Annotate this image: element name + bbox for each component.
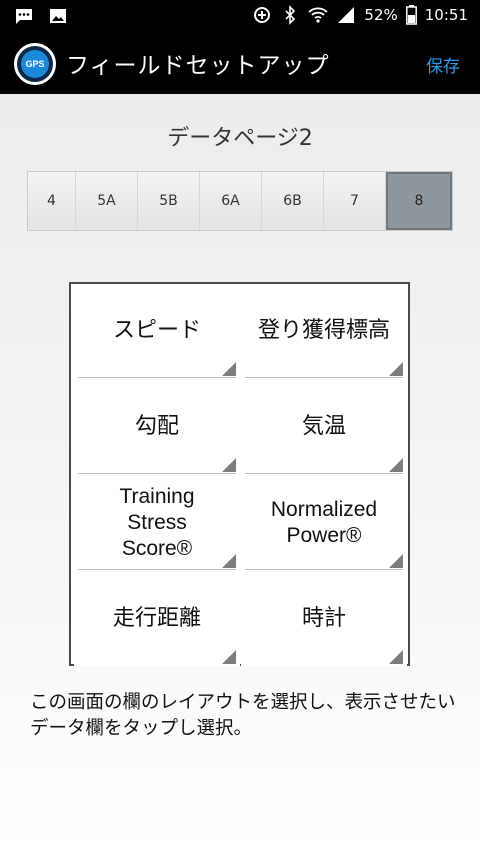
data-page-title: データページ2: [167, 126, 313, 151]
app-logo: GPS: [14, 43, 56, 85]
field-layout-grid: スピード 登り獲得標高 勾配 気温 Training Stress Score®…: [69, 282, 410, 666]
dropdown-corner-icon: [222, 554, 236, 568]
message-icon: [16, 9, 32, 24]
system-status: 52% 10:51: [252, 5, 468, 25]
dropdown-corner-icon: [222, 650, 236, 664]
field-label: 時計: [301, 606, 346, 631]
image-icon: [50, 9, 66, 23]
dropdown-corner-icon: [222, 362, 236, 376]
field-label: 登り獲得標高: [257, 318, 390, 343]
field-label: 勾配: [134, 414, 179, 439]
instruction-text: この画面の欄のレイアウトを選択し、表示させたいデータ欄をタップし選択。: [30, 692, 456, 739]
dropdown-corner-icon: [389, 362, 403, 376]
field-label: スピード: [112, 318, 201, 343]
field-divider: [78, 473, 236, 474]
field-cell-clock[interactable]: 時計: [241, 572, 407, 666]
clock: 10:51: [424, 6, 468, 24]
layout-tab-4[interactable]: 4: [28, 172, 76, 230]
battery-icon: [405, 5, 417, 25]
field-label: 走行距離: [112, 606, 201, 631]
field-divider: [245, 569, 403, 570]
field-label: Normalized Power®: [270, 498, 378, 547]
signal-icon: [338, 7, 355, 23]
field-cell-grade[interactable]: 勾配: [74, 380, 240, 474]
dropdown-corner-icon: [389, 554, 403, 568]
layout-tab-5b[interactable]: 5B: [138, 172, 200, 230]
wifi-icon: [308, 7, 329, 23]
layout-tab-6b[interactable]: 6B: [262, 172, 324, 230]
field-cell-normalized-power[interactable]: Normalized Power®: [241, 476, 407, 570]
field-divider: [245, 473, 403, 474]
bluetooth-icon: [285, 5, 296, 25]
layout-tab-7[interactable]: 7: [324, 172, 386, 230]
dropdown-corner-icon: [389, 458, 403, 472]
field-divider: [78, 569, 236, 570]
notification-icons: [14, 6, 68, 26]
layout-tabs: 4 5A 5B 6A 6B 7 8: [27, 171, 453, 231]
screen-title: フィールドセットアップ: [66, 53, 330, 79]
field-cell-total-ascent[interactable]: 登り獲得標高: [241, 284, 407, 378]
battery-percent: 52%: [364, 6, 398, 24]
dropdown-corner-icon: [222, 458, 236, 472]
field-cell-temperature[interactable]: 気温: [241, 380, 407, 474]
layout-tab-5a[interactable]: 5A: [76, 172, 138, 230]
status-bar: 52% 10:51: [0, 0, 480, 34]
field-cell-speed[interactable]: スピード: [74, 284, 240, 378]
field-divider: [78, 377, 236, 378]
data-saver-icon: [254, 7, 271, 23]
field-label: 気温: [301, 414, 346, 439]
field-label: Training Stress Score®: [119, 485, 195, 560]
layout-tab-8[interactable]: 8: [386, 172, 452, 230]
field-divider: [245, 377, 403, 378]
field-cell-tss[interactable]: Training Stress Score®: [74, 476, 240, 570]
field-cell-distance[interactable]: 走行距離: [74, 572, 240, 666]
layout-tab-6a[interactable]: 6A: [200, 172, 262, 230]
app-logo-mark: GPS: [21, 50, 49, 78]
app-bar: GPS フィールドセットアップ 保存: [0, 34, 480, 94]
save-button[interactable]: 保存: [426, 52, 460, 77]
dropdown-corner-icon: [389, 650, 403, 664]
